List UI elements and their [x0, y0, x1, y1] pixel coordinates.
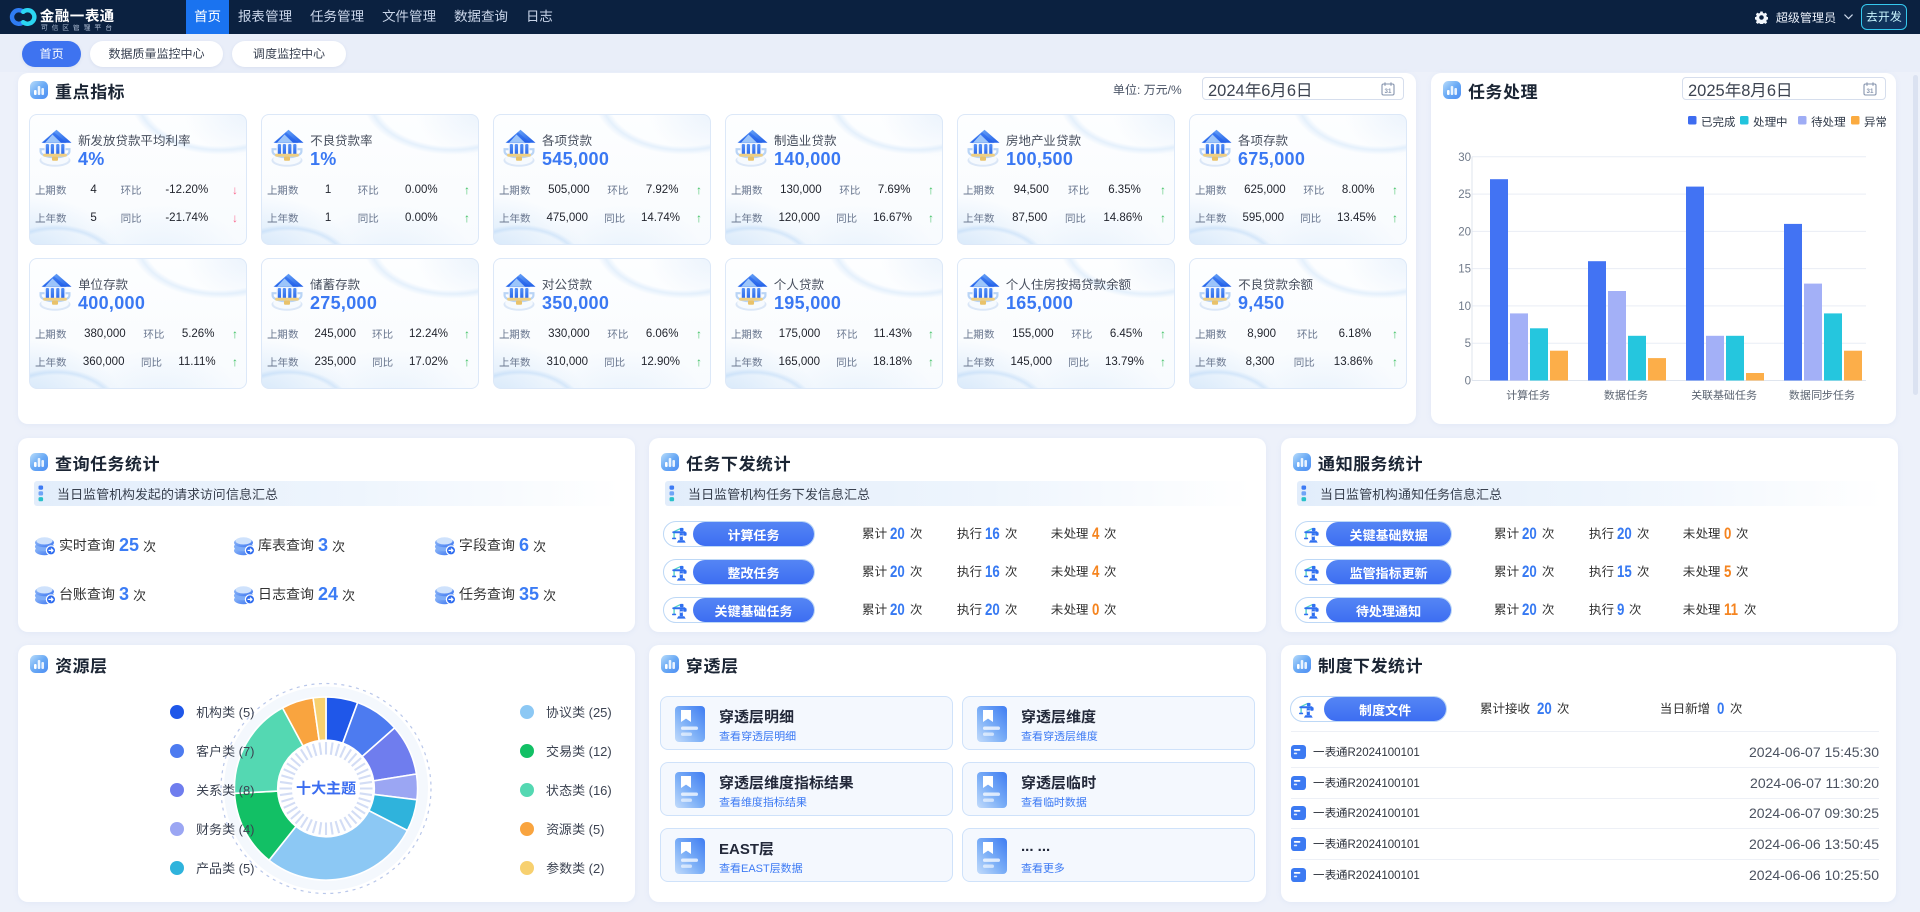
svg-text:25: 25	[1458, 189, 1471, 201]
svg-text:计算任务: 计算任务	[1506, 389, 1550, 402]
svg-text:待处理: 待处理	[1811, 116, 1846, 129]
svg-text:31: 31	[1385, 88, 1392, 95]
svg-text:20: 20	[1458, 226, 1471, 238]
svg-text:5: 5	[1465, 338, 1471, 350]
svg-text:数据任务: 数据任务	[1604, 389, 1648, 402]
svg-text:0: 0	[1465, 376, 1471, 388]
svg-text:数据同步任务: 数据同步任务	[1789, 389, 1855, 402]
svg-text:10: 10	[1458, 301, 1471, 313]
svg-text:已完成: 已完成	[1701, 116, 1736, 129]
svg-text:关联基础任务: 关联基础任务	[1691, 389, 1757, 402]
svg-text:异常: 异常	[1864, 116, 1887, 129]
svg-text:30: 30	[1458, 152, 1471, 164]
svg-text:15: 15	[1458, 264, 1471, 276]
svg-text:十大主题: 十大主题	[296, 778, 357, 799]
svg-text:处理中: 处理中	[1753, 116, 1788, 129]
